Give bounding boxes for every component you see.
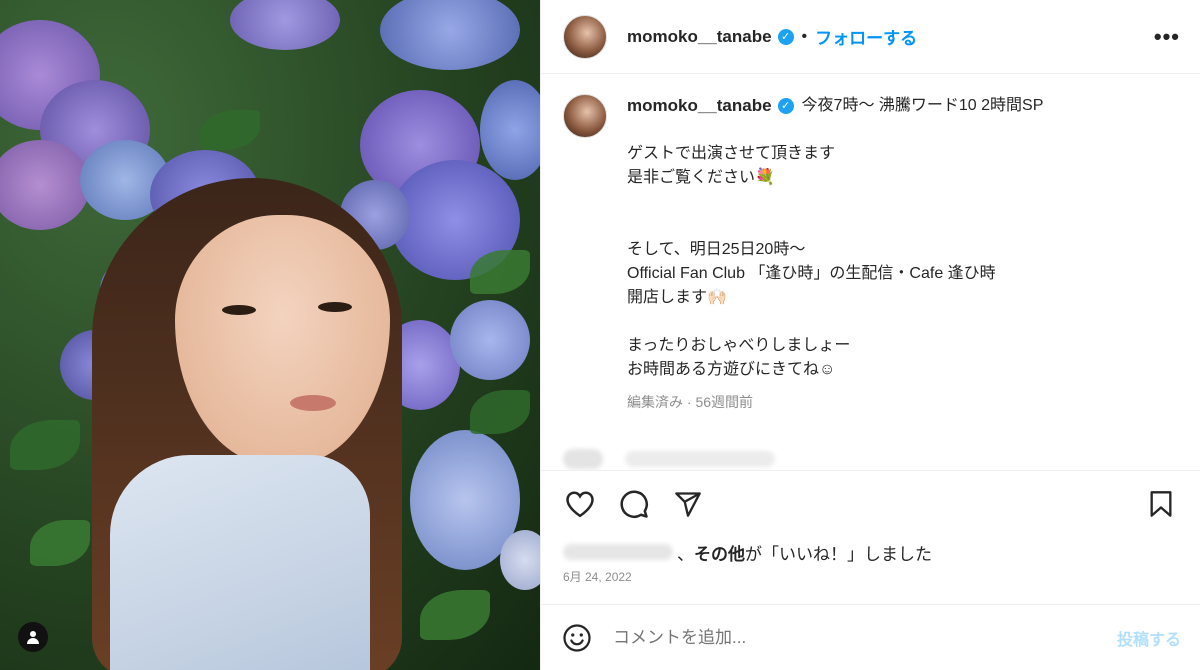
header-username[interactable]: momoko__tanabe: [627, 27, 772, 47]
hydrangea-cluster: [480, 80, 540, 180]
likes-separator: 、: [677, 544, 694, 564]
share-icon[interactable]: [671, 487, 705, 521]
verified-badge-icon: ✓: [777, 98, 794, 114]
caption-line: [627, 214, 1043, 238]
more-options-icon[interactable]: •••: [1154, 24, 1180, 50]
caption-first-line: momoko__tanabe ✓ 今夜7時〜 沸騰ワード10 2時間SP: [627, 94, 1043, 118]
caption-line: お時間ある方遊びにきてね☺: [627, 361, 836, 378]
hydrangea-cluster: [0, 140, 90, 230]
blurred-comment: [563, 449, 775, 469]
post-date: 6月 24, 2022: [563, 570, 632, 584]
likes-summary: 、 その他 が「いいね！」しました: [541, 536, 1200, 568]
heart-icon[interactable]: [563, 487, 597, 521]
hydrangea-cluster: [380, 0, 520, 70]
caption-row: momoko__tanabe ✓ 今夜7時〜 沸騰ワード10 2時間SP ゲスト…: [563, 94, 1178, 414]
post-header: momoko__tanabe ✓ • フォローする •••: [541, 0, 1200, 74]
post-details-panel: momoko__tanabe ✓ • フォローする ••• momoko__ta…: [540, 0, 1200, 670]
person-eye: [222, 305, 256, 315]
avatar[interactable]: [563, 94, 607, 138]
caption-line: [627, 310, 1043, 334]
caption-area: momoko__tanabe ✓ 今夜7時〜 沸騰ワード10 2時間SP ゲスト…: [541, 74, 1200, 470]
caption-line: そして、明日25日20時〜: [627, 241, 806, 258]
user-tag-icon[interactable]: [18, 622, 48, 652]
caption-meta: 編集済み · 56週間前: [627, 394, 754, 410]
hydrangea-cluster: [450, 300, 530, 380]
smiley-icon[interactable]: [561, 622, 593, 654]
leaf: [200, 110, 260, 150]
leaf: [10, 420, 80, 470]
action-bar: [541, 470, 1200, 536]
caption-line: まったりおしゃべりしましょー: [627, 337, 851, 354]
person-eye: [318, 302, 352, 312]
blurred-avatar: [563, 449, 603, 469]
verified-badge-icon: ✓: [777, 28, 794, 45]
leaf: [30, 520, 90, 566]
caption-line: 開店します🙌🏻: [627, 289, 727, 306]
caption-line: ゲストで出演させて頂きます: [627, 145, 836, 162]
separator-dot: •: [801, 27, 808, 45]
follow-button[interactable]: フォローする: [815, 24, 917, 49]
caption-text: momoko__tanabe ✓ 今夜7時〜 沸騰ワード10 2時間SP ゲスト…: [627, 94, 1043, 414]
caption-line: [627, 190, 1043, 214]
blurred-text: [625, 451, 775, 467]
caption-line: 是非ご覧ください💐: [627, 169, 775, 186]
leaf: [420, 590, 490, 640]
leaf: [470, 390, 530, 434]
comment-bar: 投稿する: [541, 604, 1200, 670]
caption-first-text: 今夜7時〜 沸騰ワード10 2時間SP: [801, 97, 1044, 114]
comment-input[interactable]: [613, 627, 1117, 648]
caption-line: Official Fan Club 「逢ひ時」の生配信・Cafe 逢ひ時: [627, 265, 996, 282]
hydrangea-cluster: [500, 530, 540, 590]
person-shirt: [110, 455, 370, 670]
person-lips: [290, 395, 336, 411]
avatar[interactable]: [563, 14, 607, 59]
blurred-liker: [563, 544, 673, 560]
likes-suffix: が「いいね！」しました: [745, 544, 932, 564]
likes-others-link[interactable]: その他: [694, 540, 745, 565]
post-comment-button[interactable]: 投稿する: [1117, 626, 1181, 650]
post-photo[interactable]: [0, 0, 540, 670]
comment-icon[interactable]: [617, 487, 651, 521]
hydrangea-cluster: [230, 0, 340, 50]
caption-username[interactable]: momoko__tanabe: [627, 94, 772, 118]
bookmark-icon[interactable]: [1144, 487, 1178, 521]
